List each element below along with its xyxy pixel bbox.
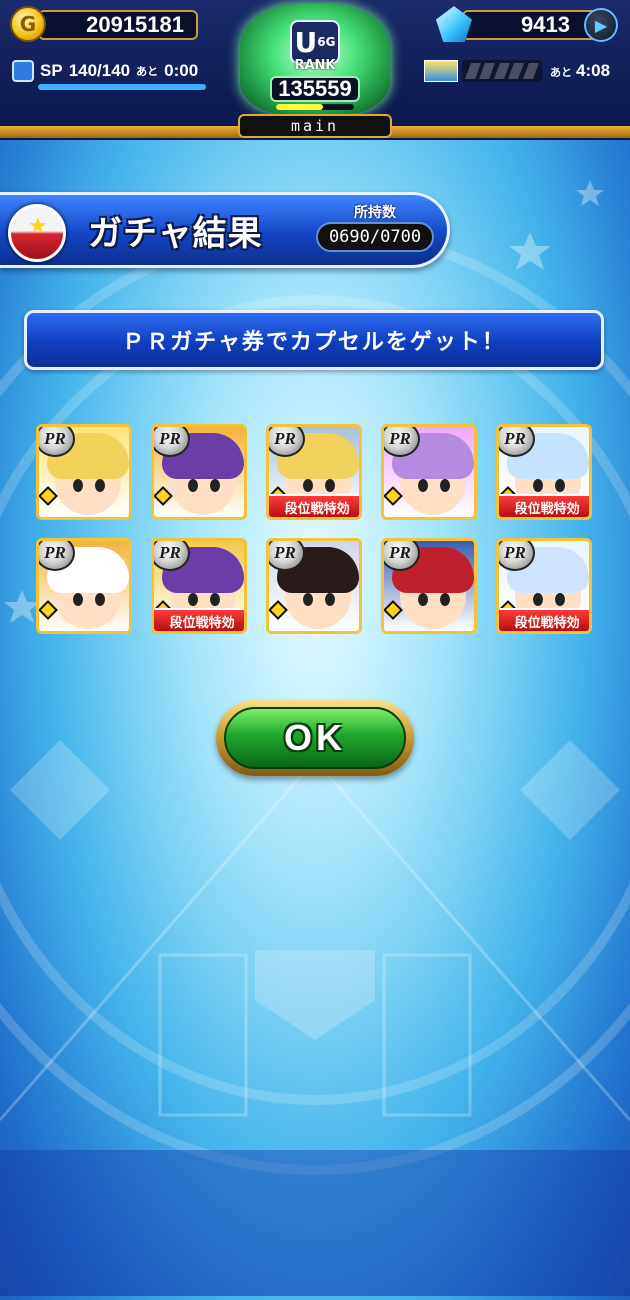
coin-icon: G <box>10 6 46 42</box>
character-eye <box>73 593 83 606</box>
character-eye <box>188 479 198 492</box>
ok-button[interactable]: OK <box>216 700 414 776</box>
character-eye <box>440 479 450 492</box>
ticket-icon <box>424 60 458 82</box>
gem-value: 9413 <box>521 12 570 37</box>
character-eye <box>73 479 83 492</box>
character-card[interactable]: PR 段位戦特効 <box>496 424 592 520</box>
character-eye <box>533 593 543 606</box>
bonus-tag-label: 段位戦特効 <box>169 615 235 631</box>
character-eye <box>555 593 565 606</box>
sp-card-icon <box>12 60 34 82</box>
sp-value: 140/140 <box>68 61 131 80</box>
bonus-tag: 段位戦特効 <box>269 494 359 517</box>
character-card[interactable]: PR <box>266 538 362 634</box>
bonus-tag: 段位戦特効 <box>499 494 589 517</box>
rank-progress-fill <box>276 104 323 110</box>
coin-value: 20915181 <box>86 12 184 37</box>
character-card[interactable]: PR <box>381 538 477 634</box>
character-eye <box>303 479 313 492</box>
rank-label: RANK <box>294 58 336 73</box>
character-eye <box>555 479 565 492</box>
rank-progress-bar <box>276 104 354 110</box>
coin-counter[interactable]: 20915181 <box>38 10 198 40</box>
sp-remaining-prefix: あと <box>136 66 159 78</box>
bonus-tag: 段位戦特効 <box>499 608 589 631</box>
play-arrow-icon: ▶ <box>594 15 608 35</box>
character-card[interactable]: PR <box>36 424 132 520</box>
stamina-time: 4:08 <box>576 61 611 80</box>
character-eye <box>418 479 428 492</box>
character-card[interactable]: PR 段位戦特効 <box>266 424 362 520</box>
owned-value: 0690/0700 <box>316 222 434 252</box>
bonus-tag: 段位戦特効 <box>154 608 244 631</box>
bonus-tag-label: 段位戦特効 <box>514 615 580 631</box>
sp-status: SP 140/140 あと 0:00 <box>12 60 198 82</box>
rank-value: 135559 <box>270 76 360 102</box>
stamina-gauge <box>462 60 542 82</box>
card-grid: PR PR PR 段位戦特効 PR PR 段位戦特効 PR PR 段位戦特効 PR PR PR 段位戦特効 <box>36 424 596 654</box>
character-card[interactable]: PR 段位戦特効 <box>151 538 247 634</box>
gem-shop-button[interactable]: ▶ <box>584 8 618 42</box>
bonus-tag-label: 段位戦特効 <box>514 501 580 517</box>
character-eye <box>533 479 543 492</box>
owned-label: 所持数 <box>354 205 396 221</box>
character-card[interactable]: PR <box>36 538 132 634</box>
character-eye <box>303 593 313 606</box>
sp-label: SP <box>40 61 63 80</box>
character-eye <box>418 593 428 606</box>
stamina-status: あと 4:08 <box>424 60 610 82</box>
character-eye <box>188 593 198 606</box>
character-eye <box>210 479 220 492</box>
star-icon: ★ <box>28 214 48 239</box>
sp-progress-bar <box>38 84 206 90</box>
character-eye <box>325 479 335 492</box>
page-title: ガチャ結果 <box>88 214 263 254</box>
character-card[interactable]: PR <box>381 424 477 520</box>
sp-progress-fill <box>38 84 206 90</box>
sp-remaining-time: 0:00 <box>164 61 199 80</box>
character-card[interactable]: PR 段位戦特効 <box>496 538 592 634</box>
character-card[interactable]: PR <box>151 424 247 520</box>
stamina-remaining-prefix: あと <box>550 67 572 79</box>
main-tab[interactable]: main <box>238 114 392 138</box>
result-message: ＰＲガチャ券でカプセルをゲット！ <box>24 310 604 370</box>
character-eye <box>325 593 335 606</box>
character-eye <box>95 593 105 606</box>
ok-button-label: OK <box>224 707 406 769</box>
character-eye <box>95 479 105 492</box>
character-eye <box>210 593 220 606</box>
owned-count-box: 所持数 0690/0700 <box>316 200 434 254</box>
bonus-tag-label: 段位戦特効 <box>284 501 350 517</box>
character-eye <box>440 593 450 606</box>
